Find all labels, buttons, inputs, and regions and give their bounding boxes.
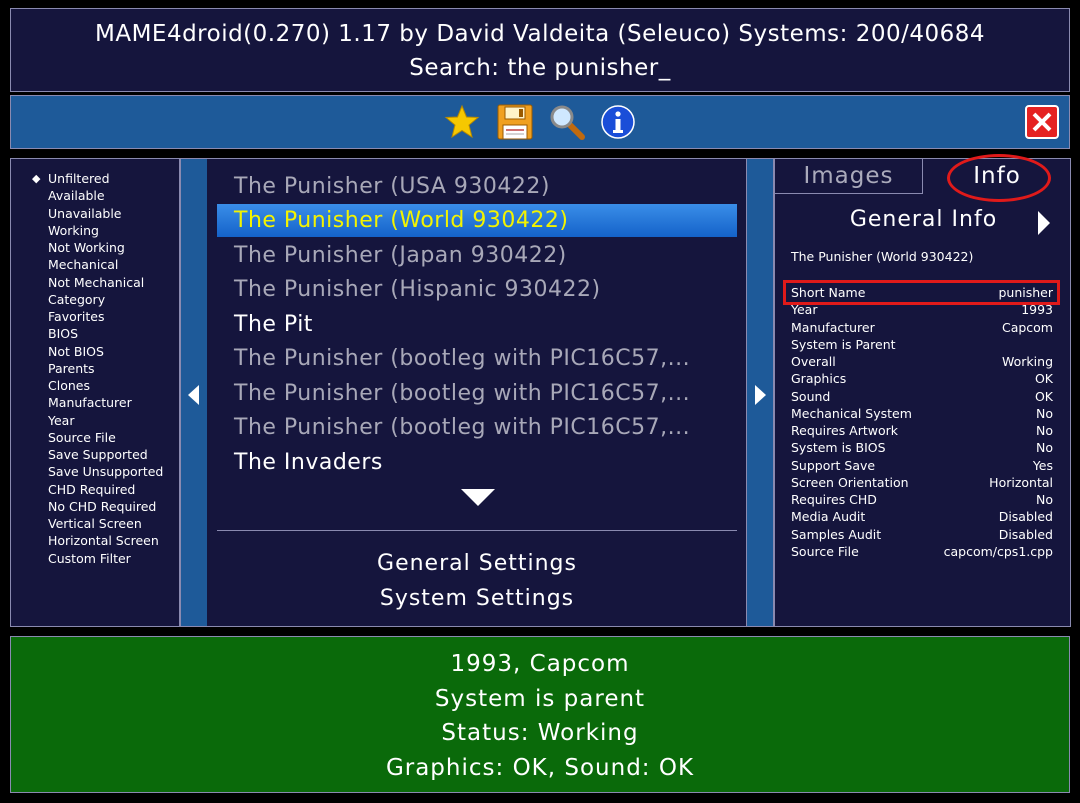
game-item[interactable]: The Invaders [217, 446, 737, 479]
status-working: Status: Working [441, 720, 639, 746]
filter-item-not-bios[interactable]: Not BIOS [11, 343, 163, 360]
filter-item-parents[interactable]: Parents [11, 360, 163, 377]
game-item[interactable]: The Punisher (bootleg with PIC16C57,... [217, 342, 737, 375]
filter-item-mechanical[interactable]: Mechanical [11, 256, 163, 273]
toolbar [10, 95, 1070, 149]
filter-item-not-working[interactable]: Not Working [11, 239, 163, 256]
game-list: The Punisher (USA 930422) The Punisher (… [207, 158, 747, 627]
app-title: MAME4droid(0.270) 1.17 by David Valdeita… [94, 21, 986, 47]
info-row-system-is-bios: System is BIOS No [791, 440, 1053, 455]
game-item-selected[interactable]: The Punisher (World 930422) [217, 204, 737, 237]
info-icon[interactable] [600, 104, 636, 140]
info-row-year: Year 1993 [791, 302, 1053, 317]
filter-item-vertical-screen[interactable]: Vertical Screen [11, 515, 163, 532]
filter-item-available[interactable]: Available [11, 187, 163, 204]
info-row-media-audit: Media Audit Disabled [791, 509, 1053, 524]
game-item[interactable]: The Pit [217, 308, 737, 341]
filter-item-category[interactable]: Category [11, 291, 163, 308]
arrow-left-icon [188, 385, 199, 405]
filter-item-clones[interactable]: Clones [11, 377, 163, 394]
arrow-right-icon [755, 385, 766, 405]
filter-item-no-chd-required[interactable]: No CHD Required [11, 498, 163, 515]
info-row-manufacturer: Manufacturer Capcom [791, 319, 1053, 335]
search-query: Search: the punisher_ [409, 55, 671, 81]
info-row-overall: Overall Working [791, 354, 1053, 369]
info-row-graphics: Graphics OK [791, 371, 1053, 386]
next-section-arrow-icon[interactable] [1037, 211, 1051, 235]
info-game-name: The Punisher (World 930422) [791, 249, 974, 264]
tab-images[interactable]: Images [775, 159, 923, 194]
info-row-source-file: Source File capcom/cps1.cpp [791, 543, 1053, 559]
info-row-support-save: Support Save Yes [791, 457, 1053, 473]
scroll-down-arrow-icon[interactable] [461, 489, 495, 507]
title-bar: MAME4droid(0.270) 1.17 by David Valdeita… [10, 8, 1070, 92]
filter-item-save-unsupported[interactable]: Save Unsupported [11, 463, 163, 480]
general-settings-button[interactable]: General Settings [207, 551, 747, 576]
filter-item-source-file[interactable]: Source File [11, 429, 163, 446]
filter-list: ◆ Unfiltered Available Unavailable Workin… [10, 158, 180, 627]
info-row-sound: Sound OK [791, 388, 1053, 404]
info-row-requires-chd: Requires CHD No [791, 492, 1053, 507]
filter-item-working[interactable]: Working [11, 222, 163, 239]
game-item[interactable]: The Punisher (bootleg with PIC16C57,... [217, 377, 737, 410]
status-graphics-sound: Graphics: OK, Sound: OK [385, 755, 695, 781]
info-panel: Images Info General Info The Punisher (W… [774, 154, 1071, 627]
save-floppy-icon[interactable] [497, 104, 533, 140]
previous-panel-button[interactable] [180, 158, 208, 627]
filter-item-unfiltered[interactable]: ◆ Unfiltered [11, 170, 163, 187]
search-magnifier-icon[interactable] [549, 104, 585, 140]
selected-diamond-icon: ◆ [32, 172, 41, 185]
filter-item-bios[interactable]: BIOS [11, 325, 163, 342]
game-item[interactable]: The Punisher (bootleg with PIC16C57,... [217, 411, 737, 444]
filter-item-unavailable[interactable]: Unavailable [11, 205, 163, 222]
game-item[interactable]: The Punisher (Hispanic 930422) [217, 273, 737, 306]
tab-info[interactable]: Info [923, 154, 1071, 202]
info-row-short-name: Short Name punisher [791, 285, 1053, 300]
system-settings-button[interactable]: System Settings [207, 586, 747, 611]
filter-item-chd-required[interactable]: CHD Required [11, 481, 163, 498]
status-parent: System is parent [434, 686, 646, 712]
info-row-screen-orientation: Screen Orientation Horizontal [791, 474, 1053, 490]
highlight-circle [947, 154, 1051, 202]
filter-item-favorites[interactable]: Favorites [11, 308, 163, 325]
filter-item-not-mechanical[interactable]: Not Mechanical [11, 274, 163, 291]
filter-item-horizontal-screen[interactable]: Horizontal Screen [11, 532, 163, 549]
info-row-system-is-parent: System is Parent [791, 336, 896, 352]
favorites-star-icon[interactable] [444, 104, 480, 140]
filter-item-manufacturer[interactable]: Manufacturer [11, 394, 163, 411]
game-item[interactable]: The Punisher (Japan 930422) [217, 239, 737, 272]
filter-item-custom-filter[interactable]: Custom Filter [11, 550, 163, 567]
list-divider [217, 530, 737, 531]
filter-item-year[interactable]: Year [11, 412, 163, 429]
close-icon[interactable] [1025, 105, 1059, 139]
info-row-requires-artwork: Requires Artwork No [791, 423, 1053, 438]
game-item[interactable]: The Punisher (USA 930422) [217, 170, 737, 203]
next-panel-button[interactable] [746, 158, 774, 627]
info-row-samples-audit: Samples Audit Disabled [791, 526, 1053, 542]
info-row-mechanical-system: Mechanical System No [791, 405, 1053, 421]
filter-item-save-supported[interactable]: Save Supported [11, 446, 163, 463]
status-panel: 1993, Capcom System is parent Status: Wo… [10, 636, 1070, 793]
status-year-manufacturer: 1993, Capcom [450, 651, 630, 677]
section-title: General Info [849, 207, 998, 232]
